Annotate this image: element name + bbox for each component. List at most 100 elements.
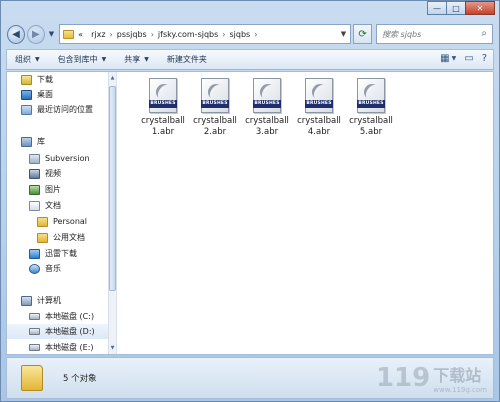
nav-item-desktop[interactable]: 桌面 [7,87,115,102]
nav-item-documents[interactable]: 文档 [7,198,115,213]
chevron-down-icon: ▼ [48,30,55,38]
nav-item-label: Personal [53,217,88,226]
nav-item-label: 桌面 [37,90,53,99]
file-name: crystalball2.abr [193,116,237,137]
nav-item-drive-e[interactable]: 本地磁盘 (E:) [7,340,115,354]
scrollbar-thumb[interactable] [109,86,116,291]
new-folder-button[interactable]: 新建文件夹 [167,54,207,65]
nav-item-label: 最近访问的位置 [37,105,93,114]
watermark-url: www.119g.com [433,386,487,394]
libraries-icon [21,136,32,147]
brushes-file-icon: BRUSHES [357,78,385,113]
computer-icon [21,295,32,306]
preview-pane-icon[interactable]: ▭ [464,53,473,64]
nav-item-drive-c[interactable]: 本地磁盘 (C:) [7,309,115,324]
breadcrumb-overflow[interactable]: « [78,30,83,39]
nav-item-subversion[interactable]: Subversion [7,151,115,166]
breadcrumb-separator[interactable]: › [110,30,113,39]
file-item[interactable]: BRUSHES crystalball2.abr [190,78,240,138]
nav-item-personal[interactable]: Personal [7,214,115,229]
nav-item-videos[interactable]: 视频 [7,166,115,181]
address-dropdown-icon[interactable]: ▼ [341,30,346,38]
recent-pages-dropdown[interactable]: ▼ [47,30,56,38]
forward-arrow-icon: ▶ [32,28,40,40]
maximize-button[interactable]: □ [446,1,466,15]
include-in-library-label: 包含到库中 [57,55,98,64]
change-view-icon[interactable]: ▦ [440,53,449,64]
search-box[interactable]: ⌕ [376,24,494,44]
brushes-file-icon: BRUSHES [253,78,281,113]
file-name: crystalball3.abr [245,116,289,137]
nav-item-libraries[interactable]: 库 [7,134,115,149]
nav-item-label: 视频 [45,169,61,178]
breadcrumb: « rjxz › pssjqbs › jfsky.com-sjqbs › sjq… [78,30,261,39]
nav-item-downloads[interactable]: 下载 [7,72,115,87]
brushes-file-icon: BRUSHES [305,78,333,113]
drive-icon [29,313,40,320]
chevron-down-icon: ▼ [144,56,149,63]
nav-item-label: 本地磁盘 (C:) [45,312,95,321]
nav-item-music[interactable]: 音乐 [7,261,115,276]
details-pane: 5 个对象 119 下载站 www.119g.com [6,357,494,399]
pictures-icon [29,184,40,195]
nav-scrollbar[interactable]: ▲ ▼ [108,72,116,354]
close-button[interactable]: ✕ [465,1,495,15]
brushes-badge: BRUSHES [357,100,385,108]
file-item[interactable]: BRUSHES crystalball5.abr [346,78,396,138]
nav-item-label: 文档 [45,201,61,210]
breadcrumb-item-rjxz[interactable]: rjxz [91,30,105,39]
breadcrumb-separator[interactable]: › [151,30,154,39]
address-bar[interactable]: « rjxz › pssjqbs › jfsky.com-sjqbs › sjq… [59,24,352,44]
brushes-file-icon: BRUSHES [149,78,177,113]
file-name: crystalball5.abr [349,116,393,137]
scroll-up-icon[interactable]: ▲ [109,73,116,83]
nav-item-label: Subversion [45,154,90,163]
scroll-down-icon[interactable]: ▼ [109,343,116,353]
toolbar-right: ▦ ▼ ▭ ? [432,53,487,64]
search-icon[interactable]: ⌕ [481,28,487,39]
forward-button[interactable]: ▶ [26,24,45,44]
downloads-folder-icon [21,74,32,85]
folder-icon [21,365,43,391]
refresh-button[interactable]: ⟳ [353,24,373,44]
breadcrumb-item-pssjqbs[interactable]: pssjqbs [117,30,147,39]
brushes-badge: BRUSHES [253,100,281,108]
breadcrumb-item-sjqbs[interactable]: sjqbs [230,30,251,39]
nav-item-thunder-downloads[interactable]: 迅雷下载 [7,246,115,261]
brushes-badge: BRUSHES [305,100,333,108]
nav-item-label: 本地磁盘 (E:) [45,343,94,352]
search-input[interactable] [382,29,493,39]
item-count: 5 个对象 [63,374,97,384]
help-icon[interactable]: ? [482,53,487,64]
brushes-badge: BRUSHES [149,100,177,108]
file-item[interactable]: BRUSHES crystalball4.abr [294,78,344,138]
desktop-icon [21,89,32,100]
nav-item-drive-d[interactable]: 本地磁盘 (D:) [7,324,115,339]
nav-item-computer[interactable]: 计算机 [7,293,115,308]
thunder-download-icon [29,248,40,259]
nav-item-label: 下载 [37,75,53,84]
include-in-library-button[interactable]: 包含到库中 ▼ [58,54,107,65]
drive-icon [29,344,40,351]
file-item[interactable]: BRUSHES crystalball1.abr [138,78,188,138]
minimize-button[interactable]: — [427,1,447,15]
back-button[interactable]: ◀ [7,24,25,44]
breadcrumb-item-jfsky[interactable]: jfsky.com-sjqbs [158,30,218,39]
explorer-body: 下载 桌面 最近访问的位置 库 Subversion 视频 图片 文档 Pers… [6,71,494,355]
back-arrow-icon: ◀ [12,28,20,40]
file-item[interactable]: BRUSHES crystalball3.abr [242,78,292,138]
file-list: BRUSHES crystalball1.abr BRUSHES crystal… [118,72,493,354]
view-dropdown-icon[interactable]: ▼ [452,55,457,62]
nav-item-public-documents[interactable]: 公用文档 [7,230,115,245]
breadcrumb-separator[interactable]: › [254,30,257,39]
organize-label: 组织 [15,55,31,64]
nav-item-pictures[interactable]: 图片 [7,182,115,197]
nav-item-recent-places[interactable]: 最近访问的位置 [7,102,115,117]
file-name: crystalball1.abr [141,116,185,137]
breadcrumb-separator[interactable]: › [222,30,225,39]
brushes-file-icon: BRUSHES [201,78,229,113]
organize-button[interactable]: 组织 ▼ [15,54,40,65]
share-button[interactable]: 共享 ▼ [124,54,149,65]
chevron-down-icon: ▼ [35,56,40,63]
watermark-number: 119 [375,363,431,393]
